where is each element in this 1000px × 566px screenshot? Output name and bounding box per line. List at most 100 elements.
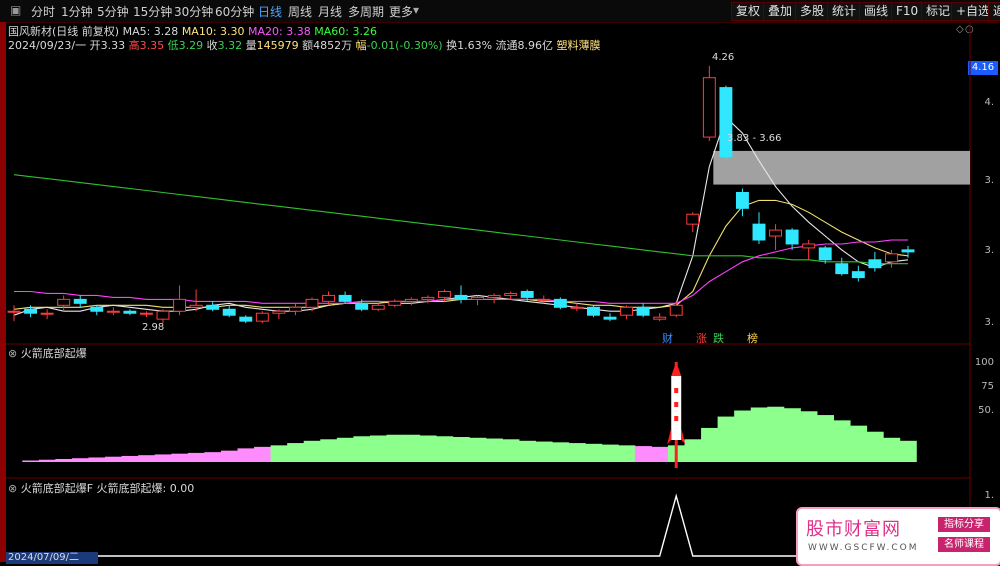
candle-body: [504, 292, 518, 296]
rocket-window: [674, 402, 679, 407]
candle-body: [173, 298, 187, 312]
event-marker-1[interactable]: 涨: [696, 330, 707, 346]
candle-body: [272, 310, 286, 314]
candle-body: [570, 306, 584, 309]
candle-body: [73, 298, 87, 304]
indicator1-bar: [320, 439, 338, 462]
candle-body: [189, 304, 203, 308]
candle-body: [123, 310, 137, 314]
indicator1-tick: 75: [981, 381, 994, 392]
candle-body: [106, 310, 120, 313]
candle-body: [769, 229, 783, 237]
candle-body: [139, 312, 153, 315]
candle-body: [586, 306, 600, 316]
candle-body: [371, 304, 385, 310]
candle-body: [355, 302, 369, 310]
indicator1-bar: [254, 446, 272, 462]
indicator1-bar: [568, 443, 586, 462]
indicator1-bar: [336, 437, 354, 462]
candle-body: [851, 271, 865, 279]
candle-body: [868, 259, 882, 269]
candle-body: [537, 298, 551, 301]
indicator1-bar: [850, 425, 868, 462]
indicator1-bar: [403, 434, 421, 462]
indicator1-bar: [154, 454, 172, 462]
candle-body: [719, 87, 733, 158]
price-zone-box: [713, 150, 970, 185]
indicator1-bar: [618, 445, 636, 462]
indicator1-bar: [187, 452, 205, 462]
candle-body: [40, 312, 54, 315]
indicator1-bar: [105, 456, 123, 462]
candle-body: [686, 213, 700, 225]
indicator1-bar: [287, 443, 305, 462]
rocket-nose: [671, 362, 682, 376]
indicator1-bar: [220, 450, 238, 462]
candle-body: [487, 294, 501, 298]
event-marker-3[interactable]: 榜: [747, 330, 758, 346]
logo-main-text: 股市财富网: [806, 519, 901, 540]
candle-body: [818, 247, 832, 261]
indicator1-bar: [883, 437, 901, 462]
ma-line-ma5: [13, 116, 909, 316]
candle-body: [57, 298, 71, 306]
indicator1-bar: [552, 442, 570, 462]
candle-body: [421, 296, 435, 300]
candle-body: [620, 306, 634, 316]
candle-body: [239, 316, 253, 322]
indicator1-bar: [369, 435, 387, 462]
indicator1-bar: [684, 439, 702, 462]
indicator1-bar: [452, 437, 470, 462]
indicator1-bar: [866, 431, 884, 462]
indicator1-bar: [601, 444, 619, 462]
indicator1-bar: [717, 416, 735, 462]
indicator1-bar: [634, 446, 652, 462]
indicator1-bar: [585, 443, 603, 462]
rocket-window: [674, 416, 679, 421]
candle-body: [752, 223, 766, 241]
low-annotation: 2.98: [142, 322, 165, 333]
candle-body: [255, 312, 269, 322]
indicator1-bar: [783, 408, 801, 462]
indicator1-bar: [38, 459, 56, 462]
candle-body: [802, 243, 816, 249]
candle-body: [669, 304, 683, 316]
candle-body: [735, 191, 749, 209]
indicator1-bar: [204, 452, 222, 462]
candle-body: [603, 316, 617, 320]
candle-body: [636, 306, 650, 316]
indicator1-title: ⊗ 火箭底部起爆: [8, 347, 87, 360]
event-marker-2[interactable]: 跌: [713, 330, 724, 346]
candle-body: [702, 77, 716, 138]
indicator1-bar: [518, 440, 536, 462]
indicator1-bar: [436, 436, 454, 462]
indicator1-bar: [55, 458, 73, 462]
candle-body: [520, 290, 534, 298]
indicator1-bar: [237, 448, 255, 462]
candle-body: [156, 310, 170, 320]
candle-body: [785, 229, 799, 245]
indicator1-title-text: 火箭底部起爆: [20, 347, 87, 360]
indicator1-tick: 100: [974, 357, 994, 368]
indicator1-bar: [303, 440, 321, 462]
indicator1-bar: [22, 460, 40, 462]
rocket-window: [674, 388, 679, 393]
ma-line-ma60: [13, 174, 908, 265]
candle-body: [338, 294, 352, 302]
candle-body: [222, 308, 236, 316]
indicator1-bar: [899, 440, 917, 462]
candle-body: [835, 263, 849, 275]
indicator1-bar: [701, 427, 719, 462]
indicator1-bar: [833, 420, 851, 462]
candle-body: [288, 306, 302, 312]
indicator2-value: 火箭底部起爆: 0.00: [96, 482, 195, 495]
indicator1-bar: [171, 453, 189, 462]
rocket-body: [671, 376, 682, 440]
indicator2-title-text: 火箭底部起爆F: [20, 482, 94, 495]
bottom-date-tag: 2024/07/09/二: [6, 552, 98, 564]
indicator1-bar: [535, 441, 553, 462]
event-marker-0[interactable]: 财: [662, 330, 673, 346]
indicator1-bar: [419, 435, 437, 462]
rocket-fin: [667, 428, 672, 444]
indicator1-bar: [767, 406, 785, 462]
